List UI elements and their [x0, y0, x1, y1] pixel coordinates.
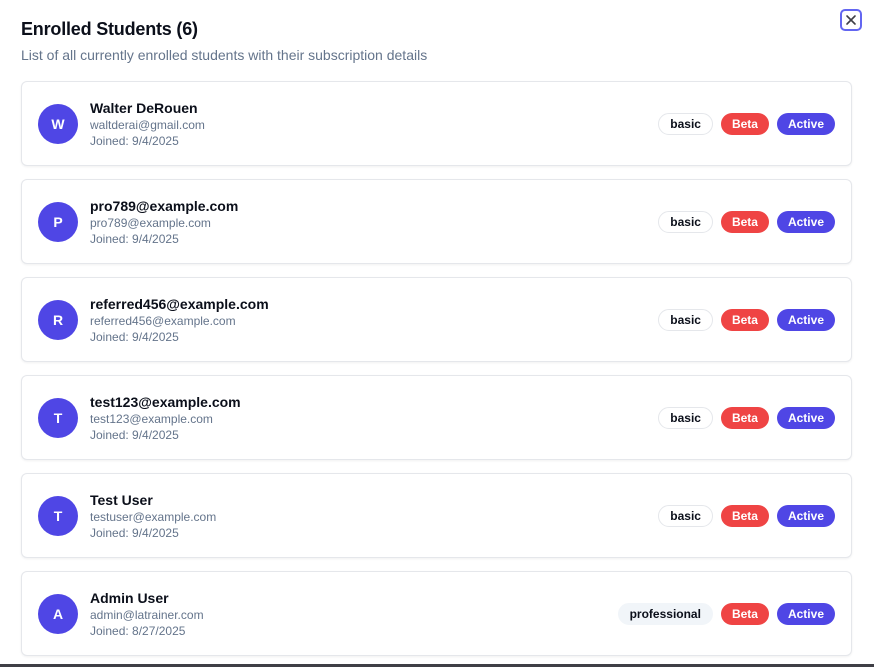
status-badge: Active: [776, 505, 835, 527]
student-joined-date: Joined: 9/4/2025: [90, 134, 179, 148]
student-name: Test User: [90, 492, 153, 508]
avatar: W: [38, 104, 78, 144]
student-email: waltderai@gmail.com: [90, 118, 205, 132]
student-card: R referred456@example.com referred456@ex…: [21, 277, 852, 362]
student-joined-date: Joined: 9/4/2025: [90, 428, 179, 442]
student-list: W Walter DeRouen waltderai@gmail.com Joi…: [21, 81, 852, 667]
plan-badge: basic: [658, 211, 713, 233]
beta-badge: Beta: [720, 505, 769, 527]
student-badges: basic Beta Active: [658, 211, 835, 233]
student-name: Walter DeRouen: [90, 100, 198, 116]
student-badges: basic Beta Active: [658, 309, 835, 331]
close-icon: [845, 14, 857, 26]
beta-badge: Beta: [720, 309, 769, 331]
beta-badge: Beta: [720, 603, 769, 625]
student-email: testuser@example.com: [90, 510, 217, 524]
plan-badge: basic: [658, 407, 713, 429]
student-card: W Walter DeRouen waltderai@gmail.com Joi…: [21, 81, 852, 166]
student-badges: basic Beta Active: [658, 407, 835, 429]
avatar: R: [38, 300, 78, 340]
student-email: pro789@example.com: [90, 216, 211, 230]
student-info: test123@example.com test123@example.com …: [90, 394, 241, 443]
plan-badge: basic: [658, 309, 713, 331]
student-badges: professional Beta Active: [617, 603, 835, 625]
student-info: Admin User admin@latrainer.com Joined: 8…: [90, 590, 204, 639]
student-name: Admin User: [90, 590, 169, 606]
student-joined-date: Joined: 8/27/2025: [90, 624, 186, 638]
student-joined-date: Joined: 9/4/2025: [90, 526, 179, 540]
student-email: admin@latrainer.com: [90, 608, 204, 622]
student-badges: basic Beta Active: [658, 505, 835, 527]
dialog-title: Enrolled Students (6): [21, 19, 198, 39]
status-badge: Active: [776, 309, 835, 331]
student-joined-date: Joined: 9/4/2025: [90, 232, 179, 246]
dialog-subtitle: List of all currently enrolled students …: [21, 47, 428, 63]
student-name: pro789@example.com: [90, 198, 239, 214]
avatar: T: [38, 398, 78, 438]
beta-badge: Beta: [720, 407, 769, 429]
student-card: P pro789@example.com pro789@example.com …: [21, 179, 852, 264]
student-card: A Admin User admin@latrainer.com Joined:…: [21, 571, 852, 656]
student-name: test123@example.com: [90, 394, 241, 410]
status-badge: Active: [776, 603, 835, 625]
close-button[interactable]: [840, 9, 862, 31]
student-name: referred456@example.com: [90, 296, 269, 312]
avatar: A: [38, 594, 78, 634]
student-joined-date: Joined: 9/4/2025: [90, 330, 179, 344]
enrolled-students-dialog: Enrolled Students (6) List of all curren…: [0, 0, 874, 667]
student-info: Test User testuser@example.com Joined: 9…: [90, 492, 216, 541]
plan-badge: basic: [658, 505, 713, 527]
beta-badge: Beta: [720, 113, 769, 135]
avatar: T: [38, 496, 78, 536]
status-badge: Active: [776, 407, 835, 429]
plan-badge: basic: [658, 113, 713, 135]
student-email: test123@example.com: [90, 412, 213, 426]
plan-badge: professional: [617, 603, 713, 625]
student-info: pro789@example.com pro789@example.com Jo…: [90, 198, 238, 247]
student-email: referred456@example.com: [90, 314, 236, 328]
status-badge: Active: [776, 211, 835, 233]
status-badge: Active: [776, 113, 835, 135]
student-badges: basic Beta Active: [658, 113, 835, 135]
student-card: T test123@example.com test123@example.co…: [21, 375, 852, 460]
avatar: P: [38, 202, 78, 242]
student-info: Walter DeRouen waltderai@gmail.com Joine…: [90, 100, 205, 149]
student-card: T Test User testuser@example.com Joined:…: [21, 473, 852, 558]
student-info: referred456@example.com referred456@exam…: [90, 296, 269, 345]
beta-badge: Beta: [720, 211, 769, 233]
